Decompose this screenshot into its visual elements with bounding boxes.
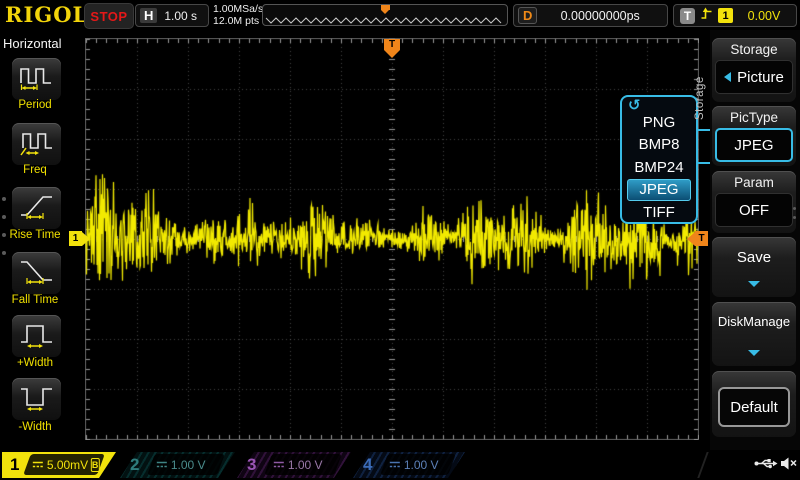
delay-label: D bbox=[518, 7, 537, 24]
plus-width-icon bbox=[19, 320, 55, 353]
diskmanage-label: DiskManage bbox=[718, 314, 790, 329]
menu-page-dot bbox=[2, 251, 6, 255]
menu-tab-storage: Storage bbox=[694, 50, 708, 120]
dc-coupling-icon bbox=[273, 456, 285, 474]
channel1-marker-arrow-icon bbox=[82, 232, 90, 246]
menu-page-dot bbox=[2, 215, 6, 219]
usb-icon bbox=[754, 457, 778, 475]
pictype-popup: PNG BMP8 BMP24 JPEG TIFF bbox=[620, 95, 698, 224]
pictype-softkey[interactable]: PicType JPEG bbox=[712, 106, 796, 166]
trigger-level-marker[interactable]: T bbox=[687, 231, 708, 246]
trigger-label: T bbox=[680, 8, 695, 24]
trigger-chip: T 1 0.00V bbox=[673, 4, 797, 27]
channel2-status[interactable]: 2 1.00 V bbox=[120, 452, 235, 478]
horizontal-label: H bbox=[140, 8, 157, 23]
popup-item-png[interactable]: PNG bbox=[622, 111, 696, 134]
freq-label: Freq bbox=[0, 164, 70, 176]
trigger-slope-icon bbox=[700, 7, 713, 25]
rise-time-label: Rise Time bbox=[0, 229, 70, 241]
pictype-value: JPEG bbox=[715, 128, 793, 162]
period-button[interactable] bbox=[12, 58, 61, 100]
save-softkey[interactable]: Save bbox=[712, 237, 796, 297]
param-header: Param bbox=[712, 171, 796, 193]
channel3-status[interactable]: 3 1.00 V bbox=[237, 452, 351, 478]
trigger-level-value: 0.00V bbox=[738, 9, 790, 23]
timebase-chip: H 1.00 s bbox=[135, 4, 209, 27]
menu-page-dot bbox=[2, 197, 6, 201]
minus-width-label: -Width bbox=[0, 421, 70, 433]
menu-page-dot bbox=[793, 216, 796, 219]
fall-time-button[interactable] bbox=[12, 252, 61, 294]
back-arrow-icon bbox=[724, 72, 731, 82]
pictype-options: PNG BMP8 BMP24 JPEG TIFF bbox=[622, 111, 696, 224]
bandwidth-limit-badge: B bbox=[91, 458, 100, 472]
channel1-marker-label: 1 bbox=[69, 231, 82, 246]
waveform-display bbox=[85, 38, 699, 440]
trigger-position-marker[interactable]: T bbox=[384, 39, 400, 50]
trigger-marker-label: T bbox=[695, 231, 708, 246]
brand-logo: RIGOL bbox=[5, 2, 88, 27]
popup-item-bmp8[interactable]: BMP8 bbox=[622, 134, 696, 157]
save-label: Save bbox=[737, 249, 771, 266]
delay-value: 0.00000000ps bbox=[537, 9, 663, 23]
channel3-scale: 1.00 V bbox=[288, 458, 323, 472]
run-status-badge[interactable]: STOP bbox=[84, 3, 134, 29]
channel1-number: 1 bbox=[10, 455, 19, 475]
plus-width-button[interactable] bbox=[12, 315, 61, 357]
pictype-header: PicType bbox=[712, 106, 796, 128]
popup-item-tiff[interactable]: TIFF bbox=[622, 201, 696, 224]
minus-width-icon bbox=[19, 383, 55, 416]
period-icon bbox=[19, 63, 55, 96]
freq-button[interactable] bbox=[12, 123, 61, 165]
channel2-number: 2 bbox=[130, 455, 139, 475]
trigger-source-badge: 1 bbox=[718, 8, 733, 23]
minus-width-button[interactable] bbox=[12, 378, 61, 420]
delay-chip: D 0.00000000ps bbox=[513, 4, 668, 27]
oscilloscope-screen: RIGOL STOP H 1.00 s 1.00MSa/s 12.0M pts … bbox=[0, 0, 800, 480]
dc-coupling-icon bbox=[32, 456, 44, 474]
freq-icon bbox=[19, 128, 55, 161]
trigger-marker-arrow-icon bbox=[687, 232, 695, 246]
speaker-muted-icon bbox=[780, 456, 798, 476]
chevron-down-icon bbox=[748, 281, 760, 287]
overview-trigger-marker-icon bbox=[381, 5, 390, 10]
popup-item-jpeg[interactable]: JPEG bbox=[627, 179, 691, 202]
statusbar-divider bbox=[697, 452, 718, 478]
timebase-value: 1.00 s bbox=[157, 9, 204, 23]
channel1-status[interactable]: 1 5.00mV B bbox=[2, 452, 118, 478]
storage-header: Storage bbox=[712, 38, 796, 60]
rise-time-button[interactable] bbox=[12, 187, 61, 229]
rise-time-icon bbox=[19, 192, 55, 225]
channel4-status[interactable]: 4 1.00 V bbox=[353, 452, 465, 478]
channel1-scale: 5.00mV bbox=[47, 458, 88, 472]
channel3-number: 3 bbox=[247, 455, 256, 475]
popup-item-bmp24[interactable]: BMP24 bbox=[622, 156, 696, 179]
period-label: Period bbox=[0, 99, 70, 111]
fall-time-icon bbox=[19, 257, 55, 290]
softkey-menu: Storage Picture PicType JPEG Param OFF S… bbox=[710, 30, 800, 450]
memory-depth: 12.0M pts bbox=[213, 15, 263, 27]
dc-coupling-icon bbox=[389, 456, 401, 474]
param-value: OFF bbox=[715, 193, 793, 227]
default-button[interactable]: Default bbox=[718, 387, 790, 427]
channel2-scale: 1.00 V bbox=[171, 458, 206, 472]
plus-width-label: +Width bbox=[0, 357, 70, 369]
dc-coupling-icon bbox=[156, 456, 168, 474]
default-softkey[interactable]: Default bbox=[712, 371, 796, 437]
sample-rate: 1.00MSa/s bbox=[213, 3, 263, 15]
channel1-level-marker[interactable]: 1 bbox=[69, 231, 90, 246]
param-softkey[interactable]: Param OFF bbox=[712, 171, 796, 233]
left-menu-title: Horizontal bbox=[3, 36, 62, 51]
picture-value: Picture bbox=[737, 69, 784, 86]
channel4-number: 4 bbox=[363, 455, 372, 475]
storage-softkey[interactable]: Storage Picture bbox=[712, 38, 796, 102]
chevron-down-icon bbox=[748, 350, 760, 356]
channel4-scale: 1.00 V bbox=[404, 458, 439, 472]
overview-waveform bbox=[266, 18, 501, 23]
menu-page-dot bbox=[2, 233, 6, 237]
diskmanage-softkey[interactable]: DiskManage bbox=[712, 302, 796, 366]
menu-page-dot bbox=[793, 207, 796, 210]
fall-time-label: Fall Time bbox=[0, 294, 70, 306]
acquisition-info: 1.00MSa/s 12.0M pts bbox=[213, 3, 263, 27]
